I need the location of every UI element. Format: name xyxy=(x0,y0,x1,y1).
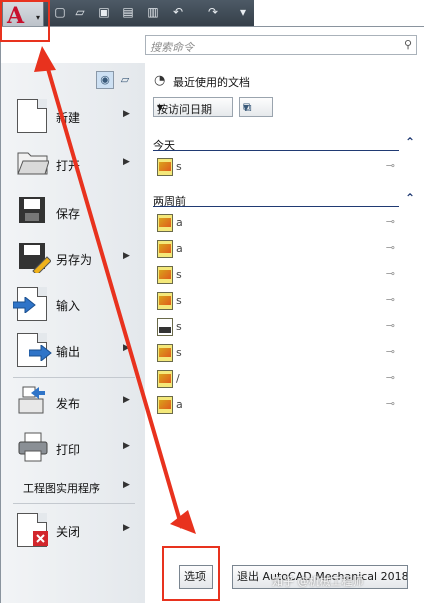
annotation-arrow-icon xyxy=(34,46,196,534)
